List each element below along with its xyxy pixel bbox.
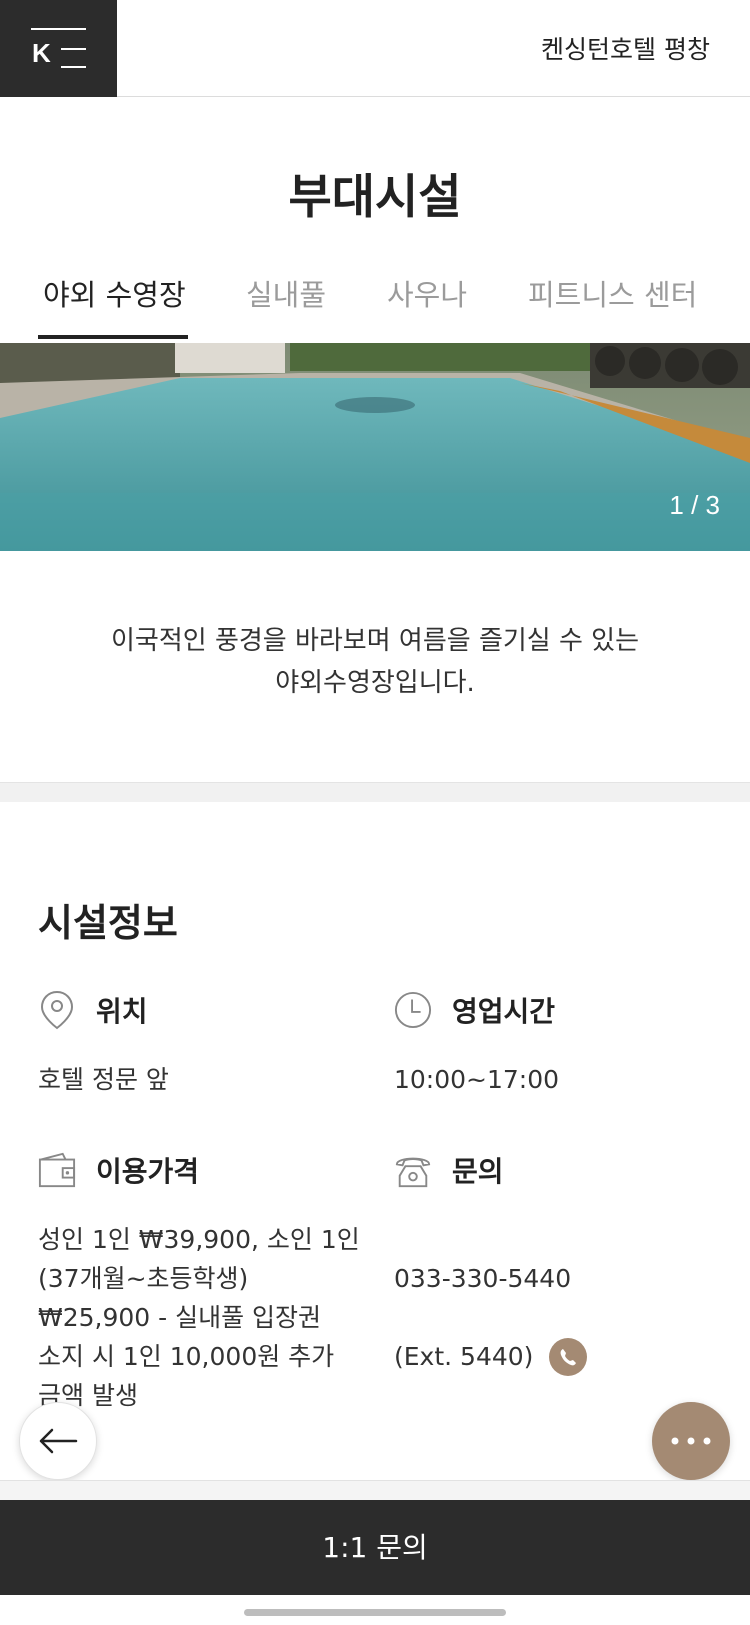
active-tab-indicator xyxy=(38,335,188,339)
wallet-icon xyxy=(38,1150,76,1190)
section-divider xyxy=(0,782,750,802)
tab-outdoor-pool[interactable]: 야외 수영장 xyxy=(43,272,186,314)
clock-icon xyxy=(394,990,432,1030)
contact-ext: (Ext. 5440) xyxy=(394,1342,534,1371)
contact-phone[interactable]: 033-330-5440 xyxy=(394,1259,724,1298)
contact-info: 문의 033-330-5440 (Ext. 5440) xyxy=(394,1148,724,1415)
price-info: 이용가격 성인 1인 ₩39,900, 소인 1인 (37개월~초등학생) ₩2… xyxy=(38,1148,368,1415)
back-button[interactable] xyxy=(19,1402,97,1480)
tab-fitness-center[interactable]: 피트니스 센터 xyxy=(528,272,697,314)
hours-info: 영업시간 10:00~17:00 xyxy=(394,988,724,1099)
telephone-icon xyxy=(394,1150,432,1190)
location-value: 호텔 정문 앞 xyxy=(38,1065,169,1094)
price-label: 이용가격 xyxy=(96,1155,200,1188)
hours-label: 영업시간 xyxy=(452,995,556,1028)
more-dots-icon xyxy=(671,1437,711,1445)
facility-description: 이국적인 풍경을 바라보며 여름을 즐기실 수 있는 야외수영장입니다. xyxy=(0,620,750,704)
app-header: K 켄싱턴호텔 평창 xyxy=(0,0,750,97)
facility-tabs: 야외 수영장 실내풀 사우나 피트니스 센터 xyxy=(0,272,750,342)
hotel-name[interactable]: 켄싱턴호텔 평창 xyxy=(541,30,710,66)
tab-indoor-pool[interactable]: 실내풀 xyxy=(246,272,326,314)
price-value: 성인 1인 ₩39,900, 소인 1인 (37개월~초등학생) ₩25,900… xyxy=(38,1225,360,1410)
location-info: 위치 호텔 정문 앞 xyxy=(38,988,358,1099)
logo-letter: K xyxy=(32,38,52,68)
call-button[interactable] xyxy=(549,1337,588,1376)
pool-photo xyxy=(0,343,750,551)
one-to-one-inquiry-button[interactable]: 1:1 문의 xyxy=(0,1500,750,1595)
more-options-button[interactable] xyxy=(652,1402,730,1480)
carousel-counter: 1 / 3 xyxy=(669,490,720,520)
facility-photo-carousel[interactable]: 1 / 3 xyxy=(0,343,750,551)
description-line-1: 이국적인 풍경을 바라보며 여름을 즐기실 수 있는 xyxy=(111,626,639,656)
menu-logo-button[interactable]: K xyxy=(0,0,117,97)
phone-handset-icon xyxy=(561,1348,577,1365)
tab-sauna[interactable]: 사우나 xyxy=(387,272,467,314)
contact-value: 033-330-5440 (Ext. 5440) xyxy=(394,1220,724,1415)
bottom-separator xyxy=(0,1480,750,1500)
contact-label: 문의 xyxy=(452,1155,504,1188)
home-indicator xyxy=(244,1609,506,1616)
location-label: 위치 xyxy=(96,995,148,1028)
hours-value: 10:00~17:00 xyxy=(394,1065,560,1094)
facility-info-title: 시설정보 xyxy=(38,901,178,945)
map-pin-icon xyxy=(38,990,76,1030)
arrow-left-icon xyxy=(39,1428,78,1454)
page-title: 부대시설 xyxy=(288,170,462,225)
description-line-2: 야외수영장입니다. xyxy=(275,668,475,698)
